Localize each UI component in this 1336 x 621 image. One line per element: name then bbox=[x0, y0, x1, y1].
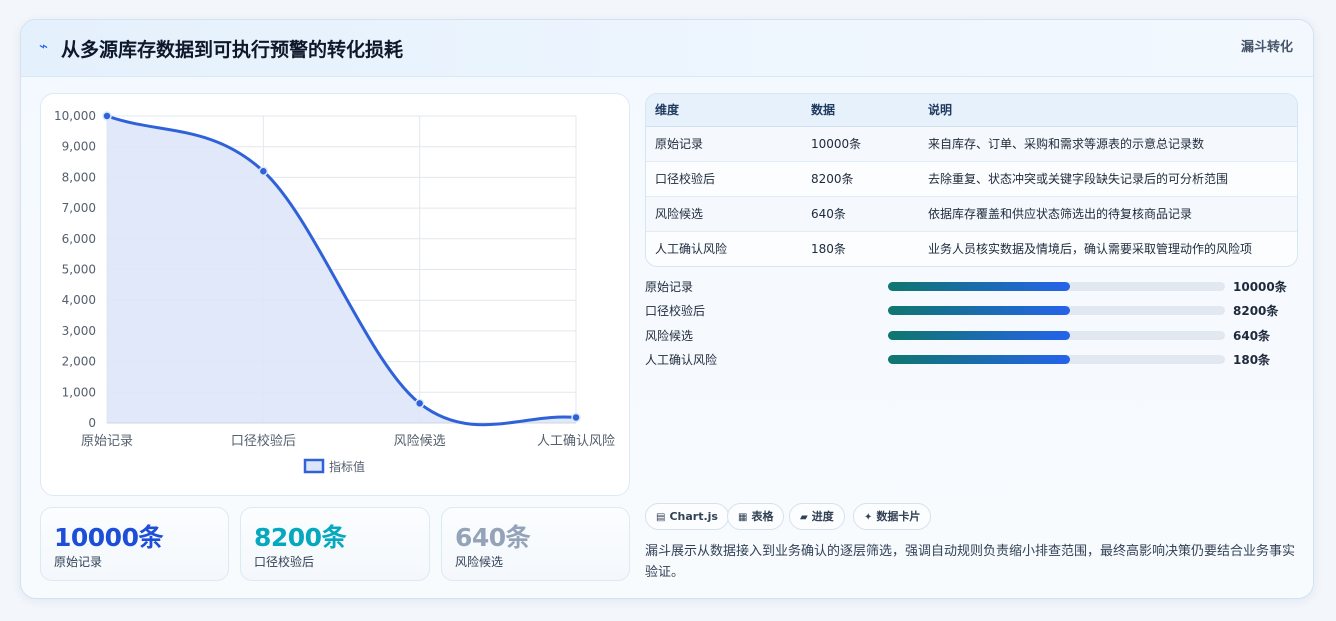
chip-label: 表格 bbox=[751, 510, 774, 523]
table-cell: 来自库存、订单、采购和需求等源表的示意总记录数 bbox=[919, 126, 1297, 162]
table-cell: 风险候选 bbox=[646, 196, 802, 232]
stat-value: 10000条 bbox=[54, 523, 163, 552]
progress-track bbox=[888, 306, 1225, 315]
table-cell: 口径校验后 bbox=[646, 161, 802, 197]
table-row: 人工确认风险 180条 业务人员核实数据及情境后，确认需要采取管理动作的风险项 bbox=[646, 231, 1297, 266]
progress-fill bbox=[888, 306, 1070, 315]
stat-card-candidates: 640条 风险候选 bbox=[441, 507, 630, 581]
progress-track bbox=[888, 282, 1225, 291]
chip-data-cards[interactable]: ✦ 数据卡片 bbox=[853, 503, 932, 530]
chart-panel: 0 1,000 2,000 3,000 4,000 5,000 6,000 7,000 8,00… bbox=[40, 93, 630, 496]
funnel-card: ⌁ 从多源库存数据到可执行预警的转化损耗 漏斗转化 0 1,000 2,000 3,0… bbox=[20, 19, 1314, 599]
table-cell: 原始记录 bbox=[646, 126, 802, 162]
table-cell: 依据库存覆盖和供应状态筛选出的待复核商品记录 bbox=[919, 196, 1297, 232]
column-header: 说明 bbox=[919, 94, 1297, 127]
progress-track bbox=[888, 355, 1225, 364]
data-point bbox=[414, 398, 425, 409]
y-tick-label: 6,000 bbox=[62, 232, 96, 246]
y-tick-label: 7,000 bbox=[62, 201, 96, 215]
data-point bbox=[102, 111, 112, 121]
area-chart: 0 1,000 2,000 3,000 4,000 5,000 6,000 7,000 8,00… bbox=[54, 109, 615, 474]
description-text: 漏斗展示从数据接入到业务确认的逐层筛选，强调自动规则负责缩小排查范围，最终高影响… bbox=[645, 544, 1296, 580]
stat-value: 8200条 bbox=[254, 523, 347, 552]
data-point bbox=[258, 166, 269, 177]
data-point bbox=[571, 412, 581, 423]
y-tick-label: 1,000 bbox=[62, 385, 96, 399]
table-cell: 8200条 bbox=[802, 161, 919, 197]
y-tick-label: 8,000 bbox=[62, 170, 96, 184]
stat-value: 640条 bbox=[455, 523, 531, 552]
table-header-row: 维度 数据 说明 bbox=[646, 94, 1297, 127]
chip-progress[interactable]: ▰ 进度 bbox=[789, 503, 845, 530]
progress-value: 10000条 bbox=[1233, 280, 1287, 294]
stat-label: 风险候选 bbox=[455, 555, 504, 569]
column-header: 数据 bbox=[802, 94, 919, 127]
sparkle-icon: ✦ bbox=[864, 512, 873, 523]
chip-label: 数据卡片 bbox=[876, 510, 921, 523]
stat-card-validated: 8200条 口径校验后 bbox=[240, 507, 430, 581]
y-tick-label: 3,000 bbox=[62, 324, 96, 338]
progress-label: 口径校验后 bbox=[645, 304, 706, 318]
table-cell: 去除重复、状态冲突或关键字段缺失记录后的可分析范围 bbox=[919, 161, 1297, 197]
progress-row: 口径校验后 8200条 bbox=[645, 300, 1305, 320]
table-cell: 180条 bbox=[802, 231, 919, 266]
header-tag: 漏斗转化 bbox=[1240, 40, 1293, 55]
progress-value: 180条 bbox=[1233, 353, 1271, 367]
y-tick-label: 10,000 bbox=[54, 109, 96, 123]
progress-row: 人工确认风险 180条 bbox=[645, 349, 1305, 369]
table-row: 口径校验后 8200条 去除重复、状态冲突或关键字段缺失记录后的可分析范围 bbox=[646, 161, 1297, 197]
y-tick-label: 9,000 bbox=[62, 140, 96, 154]
stat-label: 口径校验后 bbox=[254, 555, 315, 569]
legend-swatch bbox=[303, 458, 325, 474]
progress-fill bbox=[888, 355, 1070, 364]
chip-label: 进度 bbox=[811, 510, 834, 523]
progress-fill bbox=[888, 331, 1070, 340]
x-tick-label: 原始记录 bbox=[81, 434, 133, 449]
y-tick-label: 4,000 bbox=[62, 293, 96, 307]
progress-label: 人工确认风险 bbox=[645, 353, 718, 367]
y-tick-label: 2,000 bbox=[62, 355, 96, 369]
card-header: ⌁ 从多源库存数据到可执行预警的转化损耗 漏斗转化 bbox=[21, 20, 1313, 77]
chip-chartjs[interactable]: ▤ Chart.js bbox=[645, 503, 729, 530]
stat-label: 原始记录 bbox=[54, 555, 103, 569]
progress-value: 640条 bbox=[1233, 329, 1271, 343]
lightning-icon: ⌁ bbox=[39, 37, 49, 55]
progress-track bbox=[888, 331, 1225, 340]
area-fill bbox=[107, 116, 576, 425]
y-tick-label: 5,000 bbox=[62, 263, 96, 277]
legend-label: 指标值 bbox=[329, 459, 365, 474]
progress-fill bbox=[888, 282, 1070, 291]
table-cell: 10000条 bbox=[802, 126, 919, 162]
table-icon: ▦ bbox=[738, 512, 748, 523]
table-cell: 人工确认风险 bbox=[646, 231, 802, 266]
chart-icon: ▤ bbox=[656, 512, 666, 523]
progress-icon: ▰ bbox=[800, 512, 808, 523]
y-tick-label: 0 bbox=[88, 416, 96, 430]
x-tick-label: 口径校验后 bbox=[231, 433, 296, 449]
progress-row: 原始记录 10000条 bbox=[645, 276, 1305, 296]
data-table: 维度 数据 说明 原始记录 10000条 来自库存、订单、采购和需求等源表的示意… bbox=[645, 93, 1298, 267]
table-row: 原始记录 10000条 来自库存、订单、采购和需求等源表的示意总记录数 bbox=[646, 126, 1297, 162]
progress-label: 原始记录 bbox=[645, 280, 694, 294]
page-title: 从多源库存数据到可执行预警的转化损耗 bbox=[61, 39, 404, 61]
table-cell: 640条 bbox=[802, 196, 919, 232]
table-cell: 业务人员核实数据及情境后，确认需要采取管理动作的风险项 bbox=[919, 231, 1297, 266]
chip-label: Chart.js bbox=[669, 510, 718, 523]
column-header: 维度 bbox=[646, 94, 802, 127]
x-tick-label: 人工确认风险 bbox=[537, 434, 615, 449]
table-row: 风险候选 640条 依据库存覆盖和供应状态筛选出的待复核商品记录 bbox=[646, 196, 1297, 232]
x-tick-label: 风险候选 bbox=[394, 434, 446, 449]
progress-label: 风险候选 bbox=[645, 329, 694, 343]
progress-row: 风险候选 640条 bbox=[645, 325, 1305, 345]
progress-value: 8200条 bbox=[1233, 304, 1279, 318]
stat-card-raw: 10000条 原始记录 bbox=[40, 507, 229, 581]
chip-table[interactable]: ▦ 表格 bbox=[727, 503, 785, 530]
